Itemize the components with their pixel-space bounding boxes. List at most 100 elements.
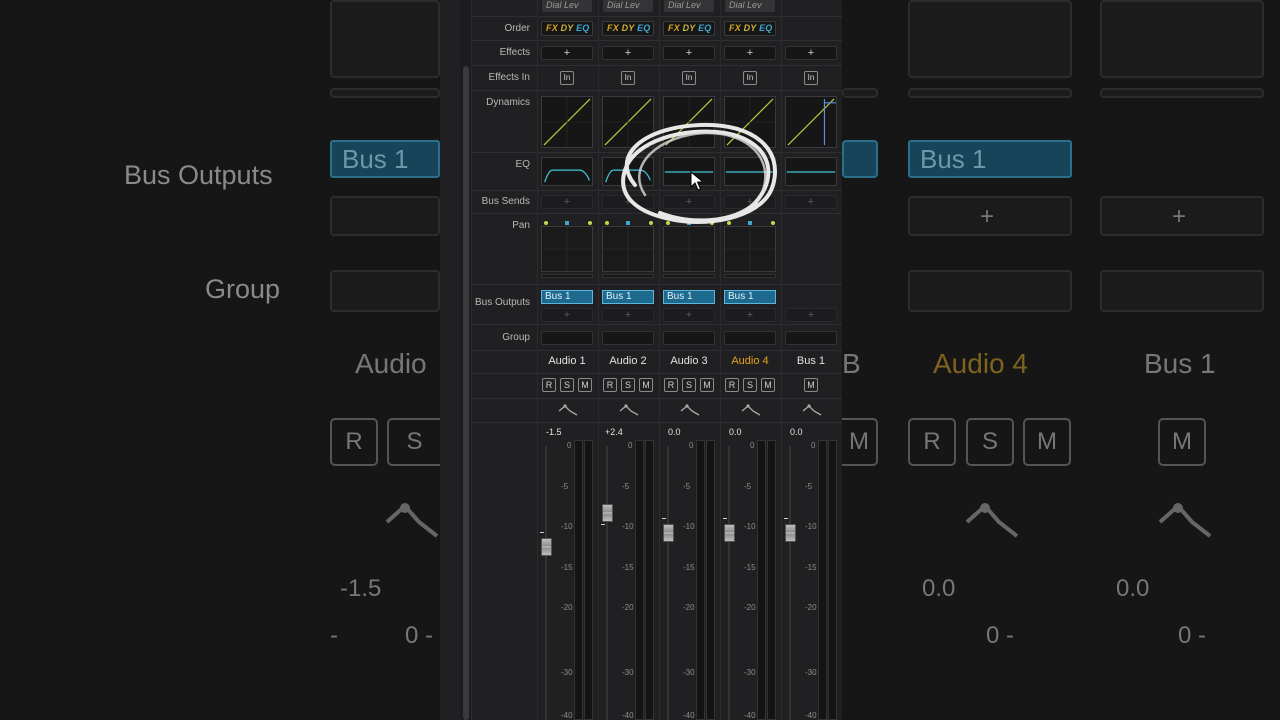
bg-box [330,196,440,236]
dynamics-curve[interactable] [785,96,837,148]
bg-box [908,88,1072,98]
add-effect-button[interactable]: + [602,46,654,60]
group-selector[interactable] [663,331,715,345]
solo-button[interactable]: S [560,378,574,392]
row-divider [472,350,842,351]
record-arm-button[interactable]: R [542,378,556,392]
bus-output-chip[interactable]: Bus 1 [724,290,776,304]
bg-gain: 0.0 [1116,575,1150,602]
channel-name[interactable]: Bus 1 [781,355,841,367]
record-arm-button[interactable]: R [725,378,739,392]
scale-label: -15 [622,563,634,572]
fader-track[interactable] [545,446,547,720]
bg-scale: 0 - [405,622,434,649]
effects-in-button[interactable]: In [560,71,574,85]
unity-mark [540,532,544,533]
fader-track[interactable] [606,446,608,720]
bg-box [1100,88,1264,98]
group-selector[interactable] [724,331,776,345]
bg-box [842,88,878,98]
effects-in-button[interactable]: In [682,71,696,85]
effects-in-button[interactable]: In [621,71,635,85]
pan-bar[interactable] [724,274,776,278]
automation-icon[interactable] [558,403,578,417]
add-bus-output-button[interactable]: + [541,308,593,322]
record-arm-button[interactable]: R [603,378,617,392]
mute-button[interactable]: M [639,378,653,392]
bg-plus: + [980,203,995,230]
solo-button[interactable]: S [743,378,757,392]
fader-handle[interactable] [602,504,613,522]
add-effect-button[interactable]: + [541,46,593,60]
add-effect-button[interactable]: + [663,46,715,60]
automation-icon[interactable] [741,403,761,417]
fader-handle[interactable] [663,524,674,542]
add-effect-button[interactable]: + [785,46,837,60]
bg-gain: -1.5 [340,575,382,602]
bus-output-chip[interactable]: Bus 1 [663,290,715,304]
bus-output-chip[interactable]: Bus 1 [541,290,593,304]
effects-in-button[interactable]: In [743,71,757,85]
pan-bar[interactable] [602,274,654,278]
bg-automation-icon [1158,503,1212,538]
solo-button[interactable]: S [621,378,635,392]
record-arm-button[interactable]: R [664,378,678,392]
channel-name[interactable]: Audio 2 [598,355,658,367]
fader-handle[interactable] [541,538,552,556]
automation-icon[interactable] [680,403,700,417]
add-bus-output-button[interactable]: + [785,308,837,322]
eq-curve[interactable] [785,157,837,186]
pan-bar[interactable] [663,274,715,278]
scale-label: -10 [805,522,817,531]
group-selector[interactable] [602,331,654,345]
mouse-cursor-icon [690,171,704,191]
track-fx-chip[interactable]: Dial Lev [664,0,714,12]
scale-label: 0 [567,441,572,450]
row-divider [472,422,842,423]
fader-track[interactable] [789,446,791,720]
effects-in-button[interactable]: In [804,71,818,85]
group-selector[interactable] [785,331,837,345]
eq-curve[interactable] [541,157,593,186]
fader-track[interactable] [728,446,730,720]
fader-handle[interactable] [785,524,796,542]
track-fx-chip[interactable]: Dial Lev [603,0,653,12]
group-selector[interactable] [541,331,593,345]
add-bus-output-button[interactable]: + [663,308,715,322]
processing-order-button[interactable]: FX DY EQ [541,21,593,36]
processing-order-button[interactable]: FX DY EQ [602,21,654,36]
channel-name-selected[interactable]: Audio 4 [720,355,780,367]
add-bus-send-button[interactable]: + [541,195,593,209]
mute-button[interactable]: M [578,378,592,392]
bus-output-chip[interactable]: Bus 1 [602,290,654,304]
pan-control[interactable] [541,226,593,272]
processing-order-button[interactable]: FX DY EQ [724,21,776,36]
mute-button[interactable]: M [700,378,714,392]
fader-track[interactable] [667,446,669,720]
track-fx-chip[interactable]: Dial Lev [725,0,775,12]
automation-icon[interactable] [619,403,639,417]
fader-handle[interactable] [724,524,735,542]
scrollbar-thumb[interactable] [463,66,469,720]
add-bus-send-button[interactable]: + [785,195,837,209]
channel-name[interactable]: Audio 3 [659,355,719,367]
row-divider [472,90,842,91]
bg-mute-button: M [1023,418,1071,466]
mute-button[interactable]: M [804,378,818,392]
mute-button[interactable]: M [761,378,775,392]
processing-order-button[interactable]: FX DY EQ [663,21,715,36]
automation-icon[interactable] [802,403,822,417]
bg-channel-name: Audio 4 [933,348,1028,379]
pan-label: Pan [512,220,530,231]
pan-bar[interactable] [541,274,593,278]
track-fx-chip[interactable]: Dial Lev [542,0,592,12]
scale-label: -30 [805,668,817,677]
channel-name[interactable]: Audio 1 [537,355,597,367]
solo-button[interactable]: S [682,378,696,392]
dynamics-label: Dynamics [486,97,530,108]
add-effect-button[interactable]: + [724,46,776,60]
add-bus-output-button[interactable]: + [602,308,654,322]
add-bus-output-button[interactable]: + [724,308,776,322]
dynamics-curve[interactable] [541,96,593,148]
bg-box [1100,0,1264,78]
